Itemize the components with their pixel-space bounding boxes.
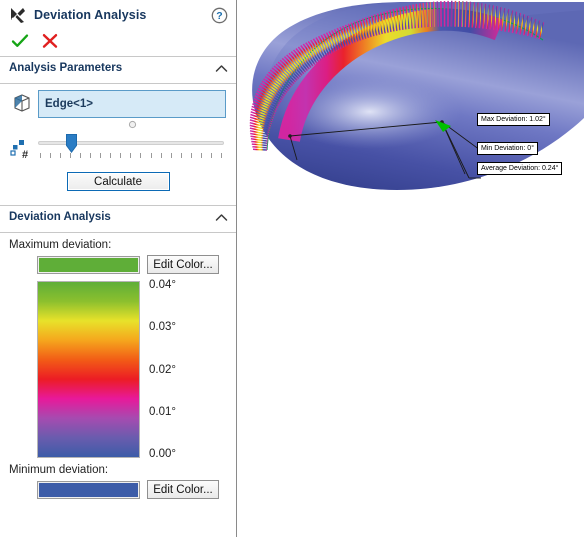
maximum-deviation-label: Maximum deviation: bbox=[9, 239, 112, 251]
edge-selection-icon bbox=[10, 91, 34, 115]
measure-point-start bbox=[288, 134, 292, 138]
panel-action-bar bbox=[0, 30, 236, 52]
legend-gradient-bar bbox=[37, 281, 140, 458]
deviation-analysis-icon bbox=[8, 5, 28, 25]
sample-density-slider[interactable] bbox=[38, 133, 224, 163]
legend-tick-label: 0.01° bbox=[149, 405, 176, 418]
edge-selection-row: Edge<1> bbox=[0, 84, 236, 129]
slider-tick-marks bbox=[40, 153, 222, 159]
edit-color-button-minimum[interactable]: Edit Color... bbox=[147, 480, 219, 499]
cancel-button[interactable] bbox=[39, 31, 61, 51]
page-title: Deviation Analysis bbox=[34, 8, 147, 22]
minimum-deviation-row: Edit Color... bbox=[0, 478, 236, 499]
chevron-up-icon[interactable] bbox=[215, 64, 228, 73]
accept-button[interactable] bbox=[9, 31, 31, 51]
calculate-button[interactable]: Calculate bbox=[66, 172, 170, 191]
edge-selection-value: Edge<1> bbox=[45, 98, 93, 110]
panel-title-bar: Deviation Analysis ? bbox=[0, 0, 236, 30]
help-icon[interactable]: ? bbox=[211, 7, 228, 24]
legend-tick-labels: 0.04° 0.03° 0.02° 0.01° 0.00° bbox=[149, 279, 219, 460]
model-graphics bbox=[249, 0, 584, 190]
comb-needle bbox=[457, 0, 460, 27]
max-deviation-callout: Max Deviation: 1.02° bbox=[477, 113, 550, 126]
chevron-up-icon[interactable] bbox=[215, 213, 228, 222]
sample-density-row: # bbox=[0, 129, 236, 163]
slider-thumb[interactable] bbox=[66, 134, 78, 154]
legend-tick-label: 0.04° bbox=[149, 279, 176, 291]
property-manager-panel: Deviation Analysis ? Analysis Parameters bbox=[0, 0, 237, 537]
legend-tick-label: 0.00° bbox=[149, 448, 176, 460]
section-title-analysis-parameters: Analysis Parameters bbox=[9, 62, 123, 74]
comb-needle bbox=[252, 148, 268, 151]
section-header-analysis-parameters[interactable]: Analysis Parameters bbox=[0, 57, 236, 79]
comb-needle bbox=[436, 1, 439, 27]
number-of-samples-icon: # bbox=[10, 139, 34, 161]
section-header-deviation-analysis[interactable]: Deviation Analysis bbox=[0, 206, 236, 228]
average-deviation-callout: Average Deviation: 0.24° bbox=[477, 162, 563, 175]
comb-needle bbox=[252, 145, 268, 149]
svg-text:?: ? bbox=[216, 10, 222, 22]
edge-selection-input[interactable]: Edge<1> bbox=[38, 90, 226, 118]
selection-box-resize-grip[interactable] bbox=[38, 118, 226, 129]
minimum-deviation-color-swatch[interactable] bbox=[37, 480, 140, 499]
3d-viewport[interactable]: Max Deviation: 1.02° Min Deviation: 0° A… bbox=[237, 0, 584, 537]
svg-text:#: # bbox=[22, 149, 28, 161]
min-deviation-callout: Min Deviation: 0° bbox=[477, 142, 538, 155]
minimum-deviation-label: Minimum deviation: bbox=[9, 464, 109, 476]
comb-needle bbox=[454, 0, 457, 27]
comb-needle bbox=[251, 143, 268, 147]
legend-tick-label: 0.02° bbox=[149, 363, 176, 376]
section-title-deviation-analysis: Deviation Analysis bbox=[9, 211, 111, 223]
legend-tick-label: 0.03° bbox=[149, 321, 176, 334]
edit-color-button-maximum[interactable]: Edit Color... bbox=[147, 255, 219, 274]
deviation-color-legend: 0.04° 0.03° 0.02° 0.01° 0.00° bbox=[37, 279, 227, 460]
comb-needle bbox=[251, 140, 268, 145]
maximum-deviation-row: Edit Color... bbox=[0, 253, 236, 274]
calculate-row: Calculate bbox=[0, 163, 236, 201]
comb-needle bbox=[432, 1, 436, 27]
maximum-deviation-color-swatch[interactable] bbox=[37, 255, 140, 274]
